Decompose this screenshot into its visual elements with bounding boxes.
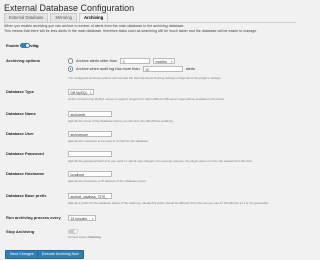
run-every-select[interactable]: 15 minutes (68, 215, 96, 221)
page-title: External Database Configuration (4, 3, 135, 13)
archive-audit-log-radio[interactable] (68, 66, 74, 72)
archive-older-unit-value: months (155, 60, 167, 64)
archive-older-value-input[interactable]: 3 (120, 58, 151, 64)
intro-line-2: This means that there will be less alert… (4, 28, 258, 33)
archive-audit-log-label: Archive when audit log has more than (76, 67, 140, 71)
run-every-label: Run archiving process every (6, 215, 61, 220)
database-prefix-control: archive_wsalusa_7376_ Specify a prefix f… (68, 193, 269, 205)
database-password-label: Database Password (6, 151, 44, 156)
database-user-label: Database User (6, 131, 34, 136)
enable-archiving-toggle[interactable] (20, 43, 30, 48)
tab-external-database[interactable]: External Database (4, 13, 49, 22)
database-user-desc: Specify the username to be used to conne… (68, 139, 149, 143)
database-name-desc: Specify the name of the database where y… (68, 119, 174, 123)
enable-archiving-toggle-text: On (33, 43, 39, 48)
database-type-control: DB MySQL At the moment only MySQL server… (68, 89, 225, 101)
intro-text: When you enable archiving you can archiv… (4, 24, 257, 34)
database-user-input[interactable]: archiveuser (68, 131, 112, 137)
database-hostname-input[interactable]: localhost (68, 171, 112, 177)
run-every-control: 15 minutes (68, 215, 96, 221)
tab-bar: External Database Mirroring Archiving (4, 13, 110, 22)
run-every-value: 15 minutes (70, 217, 88, 221)
database-type-value: DB MySQL (70, 91, 88, 95)
database-name-label: Database Name (6, 111, 36, 116)
archive-audit-log-suffix: alerts (185, 67, 195, 71)
archive-older-unit-select[interactable]: months (153, 58, 176, 64)
stop-archiving-status: Current status: Running (68, 235, 101, 239)
stop-archiving-status-prefix: Current status: (68, 235, 88, 239)
archiving-options-desc: The configured archiving options will ov… (68, 76, 222, 80)
enable-archiving-control: On (20, 43, 38, 48)
database-password-control: Specify the password each time you want … (68, 151, 253, 163)
database-name-input[interactable]: archivedb (68, 111, 112, 117)
stop-archiving-status-value: Running (88, 235, 101, 239)
database-prefix-desc: Specify a prefix for the database tables… (68, 201, 269, 205)
tabs-divider (4, 22, 296, 23)
database-prefix-input[interactable]: archive_wsalusa_7376_ (68, 193, 112, 199)
database-user-control: archiveuser Specify the username to be u… (68, 131, 149, 143)
archive-older-radio[interactable] (68, 58, 74, 64)
database-type-select[interactable]: DB MySQL (68, 89, 94, 95)
stop-archiving-toggle[interactable] (68, 229, 78, 234)
database-hostname-label: Database Hostname (6, 171, 45, 176)
database-prefix-label: Database Base prefix (6, 193, 47, 198)
database-name-control: archivedb Specify the name of the databa… (68, 111, 174, 123)
archiving-options-label: Archiving options (6, 58, 40, 63)
database-hostname-desc: Specify the hostname or IP address of th… (68, 179, 147, 183)
tab-archiving[interactable]: Archiving (78, 13, 109, 22)
database-hostname-control: localhost Specify the hostname or IP add… (68, 171, 147, 183)
database-password-desc: Specify the password each time you want … (68, 159, 254, 163)
tab-mirroring[interactable]: Mirroring (50, 13, 77, 22)
database-type-desc: At the moment only MySQL server is suppo… (68, 97, 226, 101)
archive-older-label: Archive alerts older than (76, 59, 117, 63)
archiving-options-control: Archive alerts older than 3 months Archi… (68, 58, 221, 80)
database-type-label: Database Type (6, 89, 34, 94)
stop-archiving-control: Current status: Running (68, 229, 101, 239)
archive-audit-log-value-input[interactable]: 10 (142, 66, 183, 72)
execute-archiving-button[interactable]: Execute Archiving Now (37, 250, 84, 259)
save-changes-button[interactable]: Save Changes (5, 250, 39, 259)
database-password-input[interactable] (68, 151, 112, 157)
stop-archiving-label: Stop Archiving (6, 229, 35, 234)
